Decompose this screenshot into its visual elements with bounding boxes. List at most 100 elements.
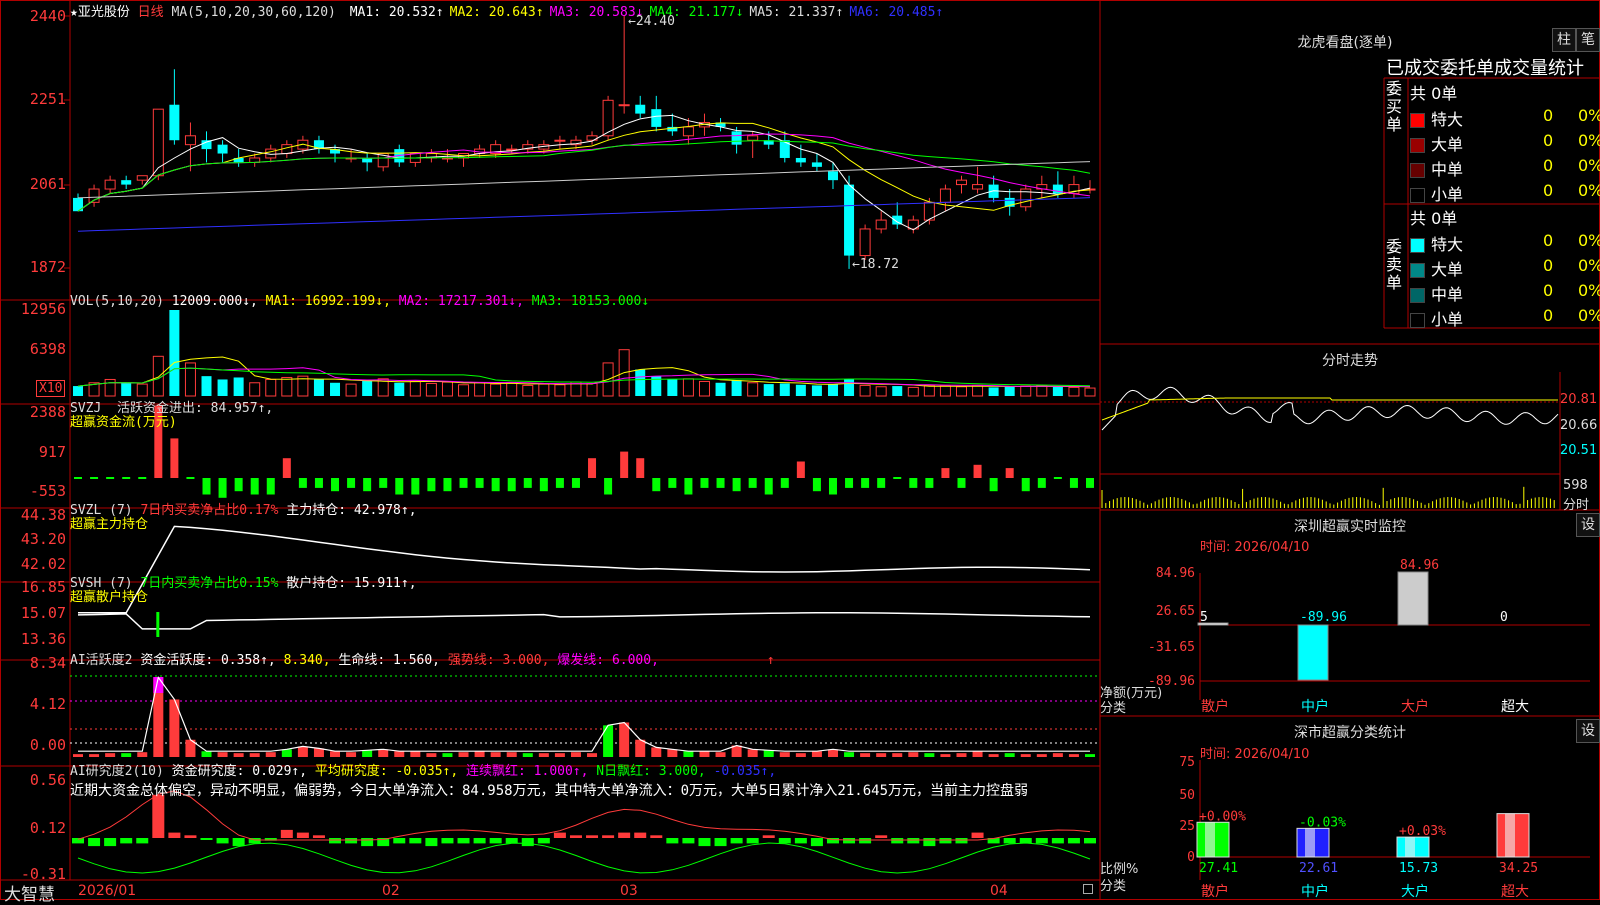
research-bar [232, 838, 245, 847]
class-pct-label: -0.03% [1299, 815, 1346, 830]
vol-axis-0: 12956 [20, 300, 66, 318]
fund-flow-bar [1021, 478, 1030, 492]
activity-bar [860, 753, 871, 757]
order-pct: 0% [1578, 156, 1600, 175]
volume-bar [104, 378, 116, 397]
order-type: 小单 [1431, 310, 1464, 329]
price-axis-0: 2440 [29, 7, 66, 25]
period-label[interactable]: 日线 [138, 5, 164, 20]
fund-flow-bar [893, 477, 902, 479]
fund-flow-bar [218, 478, 227, 498]
research-bar [875, 835, 888, 838]
activity-bar [924, 753, 935, 757]
monitor-settings-button[interactable]: 设 [1576, 513, 1600, 537]
intraday-avg-line [1101, 397, 1558, 421]
lock-icon[interactable] [1083, 884, 1093, 894]
volume-bar [955, 386, 967, 397]
class-bar-shine [1505, 813, 1515, 857]
buy-label: 委买单 [1386, 79, 1403, 134]
fund-flow-bar [555, 478, 564, 488]
volume-bar [362, 380, 373, 396]
svsh-axis-1: 15.07 [20, 604, 66, 622]
candle-body [747, 135, 759, 141]
research-bar [923, 838, 936, 847]
order-count: 0 [1543, 306, 1554, 325]
candle-body [859, 228, 871, 257]
fund-flow-bar [314, 478, 323, 488]
candle-body [169, 104, 180, 141]
class-xlabel: 分类 [1100, 879, 1127, 894]
fund-flow-bar [443, 478, 452, 492]
volume-bar [538, 383, 550, 397]
order-count: 0 [1543, 281, 1554, 300]
bar-mode-button[interactable]: 柱 [1552, 28, 1576, 52]
research-bar [762, 835, 775, 838]
order-row: 特大 [1410, 106, 1463, 130]
research-bar [1003, 838, 1016, 844]
research-bar [843, 838, 856, 844]
fund-flow-bar [282, 458, 291, 478]
ma-params: MA(5,10,20,30,60,120) [171, 5, 336, 20]
fund-flow-bar [1005, 468, 1014, 478]
fund-flow-bar [796, 461, 805, 478]
monitor-category: 中户 [1301, 698, 1329, 715]
research-bar [859, 838, 872, 844]
fund-flow-bar [186, 477, 195, 479]
fund-flow-bar [909, 478, 918, 488]
stat-title: 已成交委托单成交量统计 [1386, 58, 1584, 79]
activity-bar [876, 753, 887, 757]
candle-body [651, 109, 662, 127]
volume-bar [425, 382, 437, 397]
volume-bar [121, 382, 132, 396]
candle-body [731, 131, 742, 145]
candle-body [827, 171, 838, 181]
activity-bar [554, 753, 565, 757]
research-bar [1067, 838, 1080, 844]
fund-flow-bar [363, 478, 372, 492]
activity-bar [249, 753, 260, 757]
lhb-title: 龙虎看盘(逐单) [1297, 35, 1393, 51]
intraday-title: 分时走势 [1322, 353, 1378, 369]
volume-bar [313, 379, 324, 396]
fund-flow-bar [989, 478, 998, 492]
volume-bar [409, 380, 421, 397]
fund-flow-bar [138, 477, 147, 479]
date-tick-0: 2026/01 [78, 883, 137, 899]
fund-flow-bar [812, 478, 821, 492]
volume-bar [330, 382, 341, 396]
fund-flow-bar [1053, 477, 1062, 479]
fund-flow-bar [780, 478, 789, 488]
activity-bar [1068, 754, 1079, 757]
research-bar [184, 835, 197, 838]
fund-flow-bar [764, 478, 773, 495]
research-bar [280, 829, 293, 838]
svsh-sub: 超赢散户持仓 [70, 590, 149, 605]
ma-line-3 [77, 133, 1091, 212]
fund-flow-bar [298, 478, 307, 488]
activity-bar [426, 753, 437, 757]
volume-bar [763, 384, 774, 396]
swatch-icon [1410, 163, 1425, 178]
research-bar [939, 838, 952, 844]
volume-bar [892, 386, 903, 396]
research-bar [409, 838, 422, 844]
volume-bar [233, 377, 244, 396]
retail-spike [156, 612, 160, 637]
activity-bar [362, 750, 373, 757]
activity-bar [844, 752, 855, 757]
order-type: 特大 [1431, 110, 1464, 129]
order-pct: 0% [1578, 281, 1600, 300]
fund-flow-bar [1086, 478, 1094, 488]
star-icon[interactable]: ★ [70, 5, 78, 20]
order-row: 中单 [1410, 156, 1463, 180]
volume-bar [1020, 385, 1032, 397]
svzl-sub: 超赢主力持仓 [70, 517, 149, 532]
activity-bar [619, 722, 630, 757]
tick-mode-button[interactable]: 笔 [1576, 28, 1600, 52]
class-value-label: 34.25 [1499, 861, 1538, 876]
price-axis-2: 2061 [29, 175, 66, 193]
ma-line-4 [77, 140, 1091, 212]
candle-body [875, 219, 887, 230]
volume-bar [923, 384, 935, 397]
class-settings-button[interactable]: 设 [1576, 719, 1600, 743]
